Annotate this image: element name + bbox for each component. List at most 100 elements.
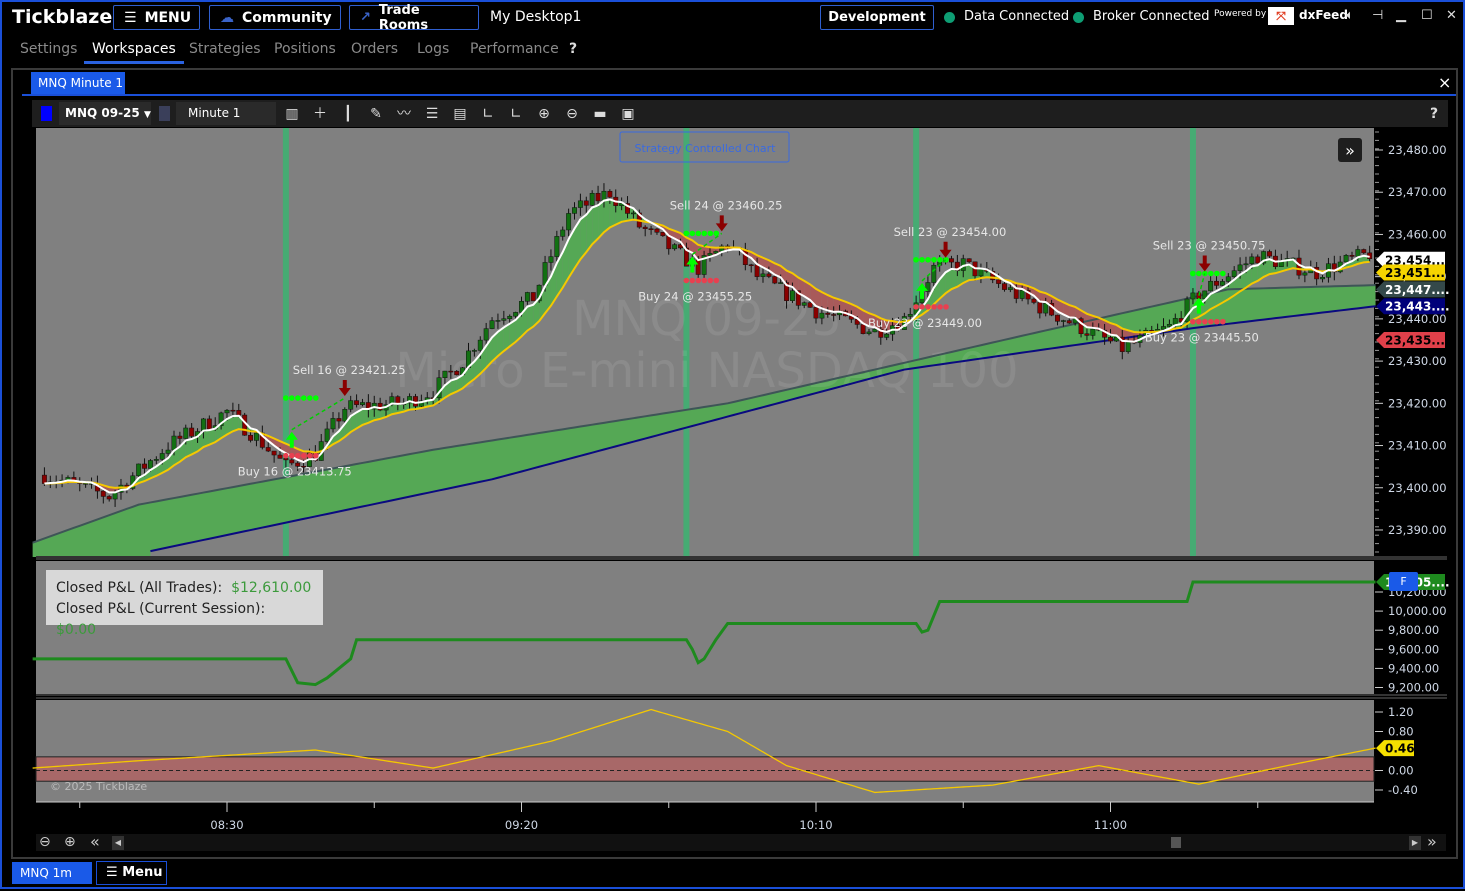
stop-dot — [937, 304, 943, 310]
candle — [166, 450, 170, 453]
zoom-out-chart-icon[interactable]: ⊖ — [39, 834, 51, 850]
candle — [107, 496, 111, 499]
sell-label: Sell 23 @ 23450.75 — [1153, 238, 1266, 252]
candle — [826, 313, 830, 314]
stop-dot — [295, 453, 301, 459]
candle — [932, 265, 936, 282]
candle — [337, 418, 341, 421]
target-dot — [931, 257, 937, 263]
candle — [1226, 277, 1230, 282]
buy-label: Buy 16 @ 23413.75 — [238, 465, 352, 479]
candle — [225, 410, 229, 413]
price-tick-label: 23,470.00 — [1388, 185, 1447, 199]
candle — [189, 428, 193, 436]
osc-marker-label: 0.46 — [1385, 742, 1415, 756]
target-dot — [702, 231, 708, 237]
flag-button[interactable]: F — [1389, 572, 1418, 591]
candle — [266, 447, 270, 451]
candle — [42, 475, 46, 483]
candle — [1126, 342, 1130, 352]
stop-dot — [696, 278, 702, 284]
candle — [778, 283, 782, 284]
candle — [449, 371, 453, 372]
bottom-menu-button[interactable]: ☰ Menu — [96, 861, 167, 885]
double-chevron-right-icon: » — [1345, 141, 1355, 160]
osc-tick-label: -0.40 — [1388, 783, 1418, 797]
target-dot — [289, 395, 295, 401]
candle — [1214, 281, 1218, 285]
candle — [790, 291, 794, 301]
candle — [1232, 271, 1236, 277]
candle — [1032, 299, 1036, 302]
buy-label: Buy 23 @ 23449.00 — [868, 316, 982, 330]
candle — [1055, 315, 1059, 321]
candle — [331, 418, 335, 428]
candle — [1208, 281, 1212, 291]
candle — [608, 191, 612, 197]
candle — [743, 250, 747, 265]
stop-dot — [1202, 319, 1208, 325]
sell-label: Sell 23 @ 23454.00 — [894, 225, 1007, 239]
candle — [1067, 321, 1071, 323]
candle — [814, 307, 818, 318]
stop-dot — [943, 304, 949, 310]
stop-dot — [931, 304, 937, 310]
candle — [996, 280, 1000, 284]
scroll-start-icon[interactable]: « — [90, 832, 100, 851]
scrollbar[interactable] — [36, 834, 1446, 851]
candle — [1297, 258, 1301, 275]
scroll-end-icon[interactable]: » — [1427, 832, 1437, 851]
price-marker-label: 23,447.... — [1385, 283, 1450, 297]
buy-label: Buy 23 @ 23445.50 — [1145, 331, 1259, 345]
candle — [1250, 257, 1254, 264]
target-dot — [1196, 271, 1202, 277]
price-tick-label: 23,420.00 — [1388, 396, 1447, 410]
candle — [284, 458, 288, 459]
pnl-tick-label: 9,200.00 — [1388, 681, 1439, 695]
target-dot — [1220, 271, 1226, 277]
candle — [655, 229, 659, 232]
candle — [949, 259, 953, 263]
candle — [1061, 321, 1065, 322]
stop-dot — [301, 453, 307, 459]
candle — [1108, 337, 1112, 341]
stop-dot — [1190, 319, 1196, 325]
sell-label: Sell 16 @ 23421.25 — [293, 363, 406, 377]
candle — [561, 230, 565, 236]
candle — [861, 324, 865, 333]
candle — [496, 320, 500, 321]
stop-dot — [702, 278, 708, 284]
oscillator-pane — [36, 700, 1374, 802]
candle — [525, 292, 529, 301]
candle — [1020, 290, 1024, 298]
target-dot — [313, 395, 319, 401]
candle — [248, 435, 252, 440]
pnl-tick-label: 9,400.00 — [1388, 661, 1439, 675]
bottom-tab-mnq[interactable]: MNQ 1m — [12, 862, 92, 884]
scroll-right-button[interactable]: ▶ — [1409, 836, 1421, 850]
target-dot — [690, 231, 696, 237]
candle — [184, 428, 188, 439]
scroll-left-button[interactable]: ◀ — [112, 836, 124, 850]
candle — [714, 251, 718, 253]
stop-dot — [313, 453, 319, 459]
candle — [1167, 324, 1171, 326]
target-dot — [301, 395, 307, 401]
candle — [1002, 284, 1006, 290]
scroll-thumb[interactable] — [1171, 837, 1181, 848]
candle — [354, 401, 358, 405]
candle — [154, 459, 158, 460]
candle — [148, 460, 152, 468]
candle — [231, 410, 235, 411]
zoom-in-chart-icon[interactable]: ⊕ — [64, 834, 76, 850]
candle — [773, 277, 777, 284]
target-dot — [714, 231, 720, 237]
target-dot — [708, 231, 714, 237]
osc-tick-label: 0.00 — [1388, 764, 1414, 778]
candle — [490, 321, 494, 329]
price-chart[interactable]: MNQ 09-25 Micro E-mini NASDAQ 100 Sell 1… — [2, 2, 1465, 891]
candle — [413, 396, 417, 406]
pnl-tick-label: 10,000.00 — [1388, 604, 1447, 618]
candle — [820, 313, 824, 318]
stop-dot — [1214, 319, 1220, 325]
